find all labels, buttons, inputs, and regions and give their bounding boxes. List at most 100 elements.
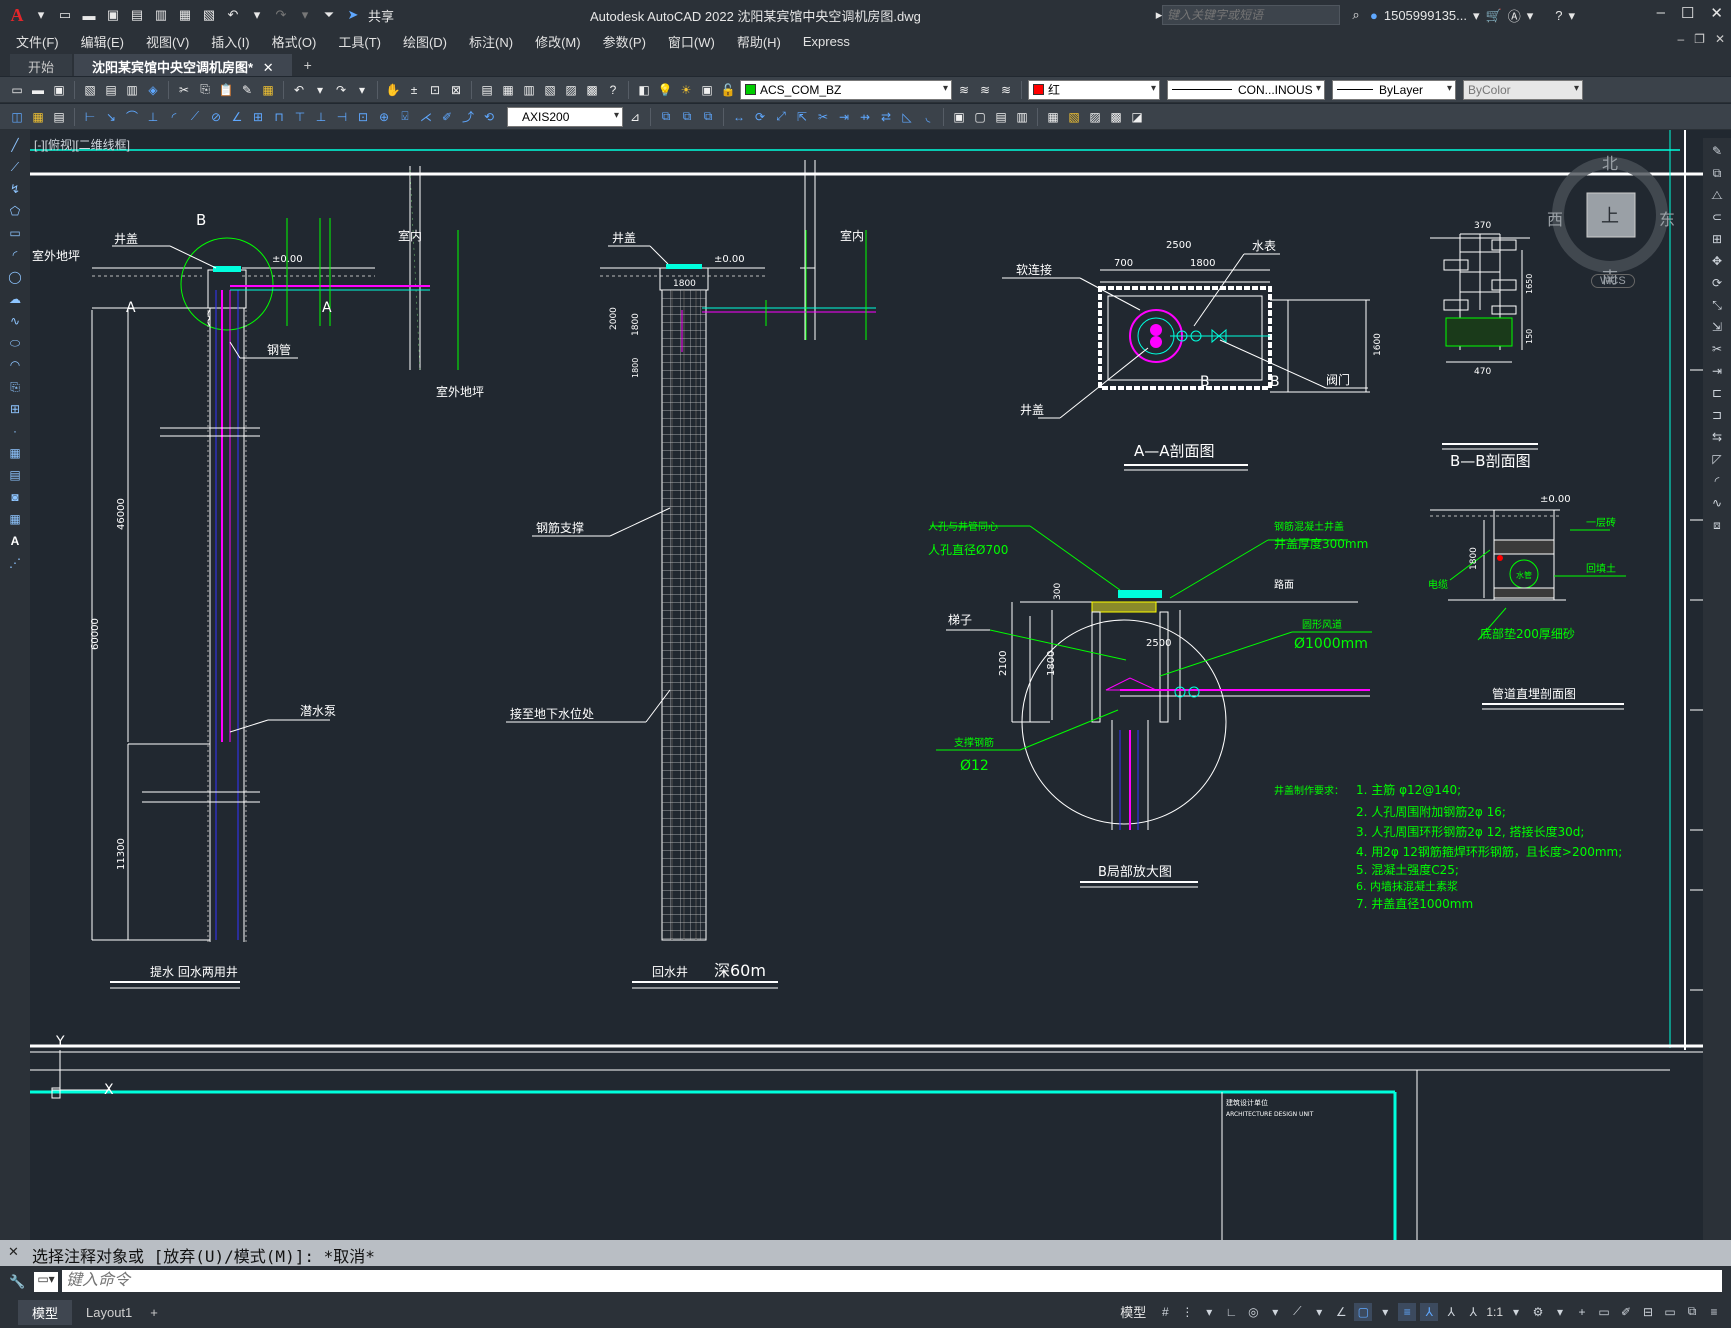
add-selected-icon[interactable]: ⋰ [6, 554, 24, 572]
ordinate-dim-icon[interactable]: ⊥ [144, 108, 162, 126]
layer-properties-icon[interactable]: ◧ [635, 81, 653, 99]
help-toolbar-icon[interactable]: ? [604, 81, 622, 99]
menu-express[interactable]: Express [803, 34, 850, 49]
zoom-previous-icon[interactable]: ⊠ [447, 81, 465, 99]
copy-modify-icon[interactable]: ⧉ [1708, 164, 1726, 182]
cart-icon[interactable]: 🛒 [1486, 8, 1502, 24]
save-web-icon[interactable]: ▦ [176, 6, 194, 24]
hatch-draw-icon[interactable]: ▦ [6, 444, 24, 462]
ortho-icon[interactable]: ∟ [1222, 1303, 1240, 1321]
rectangle-icon[interactable]: ▭ [6, 224, 24, 242]
match-prop-icon[interactable]: ✎ [238, 81, 256, 99]
trim-modify-icon[interactable]: ✂ [1708, 340, 1726, 358]
a360-icon[interactable]: Ⓐ [1508, 6, 1521, 25]
share-icon[interactable]: ➤ [344, 6, 362, 24]
minimize-icon[interactable]: – [1657, 4, 1665, 22]
viewcube-east[interactable]: 东 [1659, 206, 1675, 230]
help-dropdown-icon[interactable]: ▾ [1569, 8, 1576, 24]
layer-on-icon[interactable]: 💡 [656, 81, 674, 99]
adjust-icon[interactable]: ◪ [1128, 108, 1146, 126]
break-modify-icon[interactable]: ⊐ [1708, 406, 1726, 424]
mirror-obj-icon[interactable]: ⧉ [678, 108, 696, 126]
scale-dropdown-icon[interactable]: ▾ [1507, 1303, 1525, 1321]
xref-icon[interactable]: ▧ [1065, 108, 1083, 126]
extend-icon[interactable]: ⇥ [835, 108, 853, 126]
tab-start[interactable]: 开始 [10, 54, 73, 76]
jogged-dim-icon[interactable]: ⟋ [186, 108, 204, 126]
dim-text-edit-icon[interactable]: ⤴ [459, 108, 477, 126]
polyline-icon[interactable]: ↯ [6, 180, 24, 198]
pan-icon[interactable]: ✋ [384, 81, 402, 99]
erase-icon[interactable]: ✎ [1708, 142, 1726, 160]
quick-properties-icon[interactable]: ✐ [1617, 1303, 1635, 1321]
mirror-icon[interactable]: ⧍ [1708, 186, 1726, 204]
open-web-icon[interactable]: ▥ [152, 6, 170, 24]
redo-dropdown-icon[interactable]: ▾ [353, 81, 371, 99]
command-input[interactable] [62, 1270, 1722, 1292]
snap-icon[interactable]: ⋮ [1178, 1303, 1196, 1321]
dimstyle-manager-icon[interactable]: ⊿ [626, 108, 644, 126]
group-icon[interactable]: ▣ [950, 108, 968, 126]
recent-commands-icon[interactable]: ▭▾ [34, 1272, 58, 1292]
isodraft-icon[interactable]: ⟋ [1288, 1303, 1306, 1321]
rotate-icon[interactable]: ⟳ [751, 108, 769, 126]
gradient-icon[interactable]: ▤ [6, 466, 24, 484]
annotation-monitor-icon[interactable]: + [1573, 1303, 1591, 1321]
spline-icon[interactable]: ∿ [6, 312, 24, 330]
tab-drawing[interactable]: 沈阳某宾馆中央空调机房图* ✕ [74, 54, 292, 76]
paste-icon[interactable]: 📋 [217, 81, 235, 99]
search-icon[interactable]: ⌕ [1347, 6, 1365, 24]
layer-thaw-icon[interactable]: ☀ [677, 81, 695, 99]
revcloud-icon[interactable]: ☁ [6, 290, 24, 308]
extend-modify-icon[interactable]: ⇥ [1708, 362, 1726, 380]
menu-edit[interactable]: 编辑(E) [81, 32, 124, 51]
redo-icon[interactable]: ↷ [272, 6, 290, 24]
block-editor-icon[interactable]: ▦ [259, 81, 277, 99]
break-point-icon[interactable]: ⊏ [1708, 384, 1726, 402]
menu-parametric[interactable]: 参数(P) [603, 32, 646, 51]
dim-edit-icon[interactable]: ✐ [438, 108, 456, 126]
break-icon[interactable]: ⇸ [856, 108, 874, 126]
undo-dropdown-icon[interactable]: ▾ [248, 6, 266, 24]
maximize-icon[interactable]: ☐ [1681, 4, 1694, 22]
move-modify-icon[interactable]: ✥ [1708, 252, 1726, 270]
tool-palettes-icon[interactable]: ▥ [520, 81, 538, 99]
layer-vp-icon[interactable]: ▣ [698, 81, 716, 99]
save-icon[interactable]: ▣ [50, 81, 68, 99]
user-dropdown-icon[interactable]: ▾ [1473, 8, 1480, 24]
save-icon[interactable]: ▣ [104, 6, 122, 24]
new-tab-icon[interactable]: + [294, 54, 322, 76]
isodraft-dropdown-icon[interactable]: ▾ [1310, 1303, 1328, 1321]
linetype-dropdown[interactable]: CON...INOUS ▾ [1167, 79, 1325, 100]
plotstyle-dropdown[interactable]: ByColor ▾ [1463, 79, 1583, 100]
attach-icon[interactable]: ▨ [1086, 108, 1104, 126]
customize-wrench-icon[interactable]: 🔧 [9, 1274, 25, 1290]
tolerance-icon[interactable]: ⊡ [354, 108, 372, 126]
plot-icon[interactable]: ▧ [200, 6, 218, 24]
polygon-icon[interactable]: ⬠ [6, 202, 24, 220]
osnap-icon[interactable]: ▢ [1354, 1302, 1373, 1321]
copy-obj-icon[interactable]: ⧉ [657, 108, 675, 126]
sheet-set-icon[interactable]: ▧ [541, 81, 559, 99]
hatch-icon[interactable]: ▦ [29, 108, 47, 126]
mtext-icon[interactable]: A [6, 532, 24, 550]
grid-icon[interactable]: # [1156, 1303, 1174, 1321]
ungroup-icon[interactable]: ▢ [971, 108, 989, 126]
clip-icon[interactable]: ▩ [1107, 108, 1125, 126]
point-icon[interactable]: · [6, 422, 24, 440]
layer-previous-icon[interactable]: ≋ [976, 81, 994, 99]
jogged-linear-icon[interactable]: ⋌ [417, 108, 435, 126]
properties-icon[interactable]: ▤ [478, 81, 496, 99]
snap-dropdown-icon[interactable]: ▾ [1200, 1303, 1218, 1321]
draworder-icon[interactable]: ▤ [992, 108, 1010, 126]
quickcalc-icon[interactable]: ▩ [583, 81, 601, 99]
lineweight-toggle-icon[interactable]: ≡ [1398, 1302, 1417, 1321]
add-layout-icon[interactable]: + [150, 1305, 158, 1320]
offset-icon[interactable]: ⊂ [1708, 208, 1726, 226]
workspace-gear-icon[interactable]: ⚙ [1529, 1303, 1547, 1321]
close-icon[interactable]: ✕ [1710, 4, 1723, 22]
make-block-icon[interactable]: ⊞ [6, 400, 24, 418]
draworder-back-icon[interactable]: ▥ [1013, 108, 1031, 126]
redo-icon[interactable]: ↷ [332, 81, 350, 99]
menu-file[interactable]: 文件(F) [16, 32, 59, 51]
